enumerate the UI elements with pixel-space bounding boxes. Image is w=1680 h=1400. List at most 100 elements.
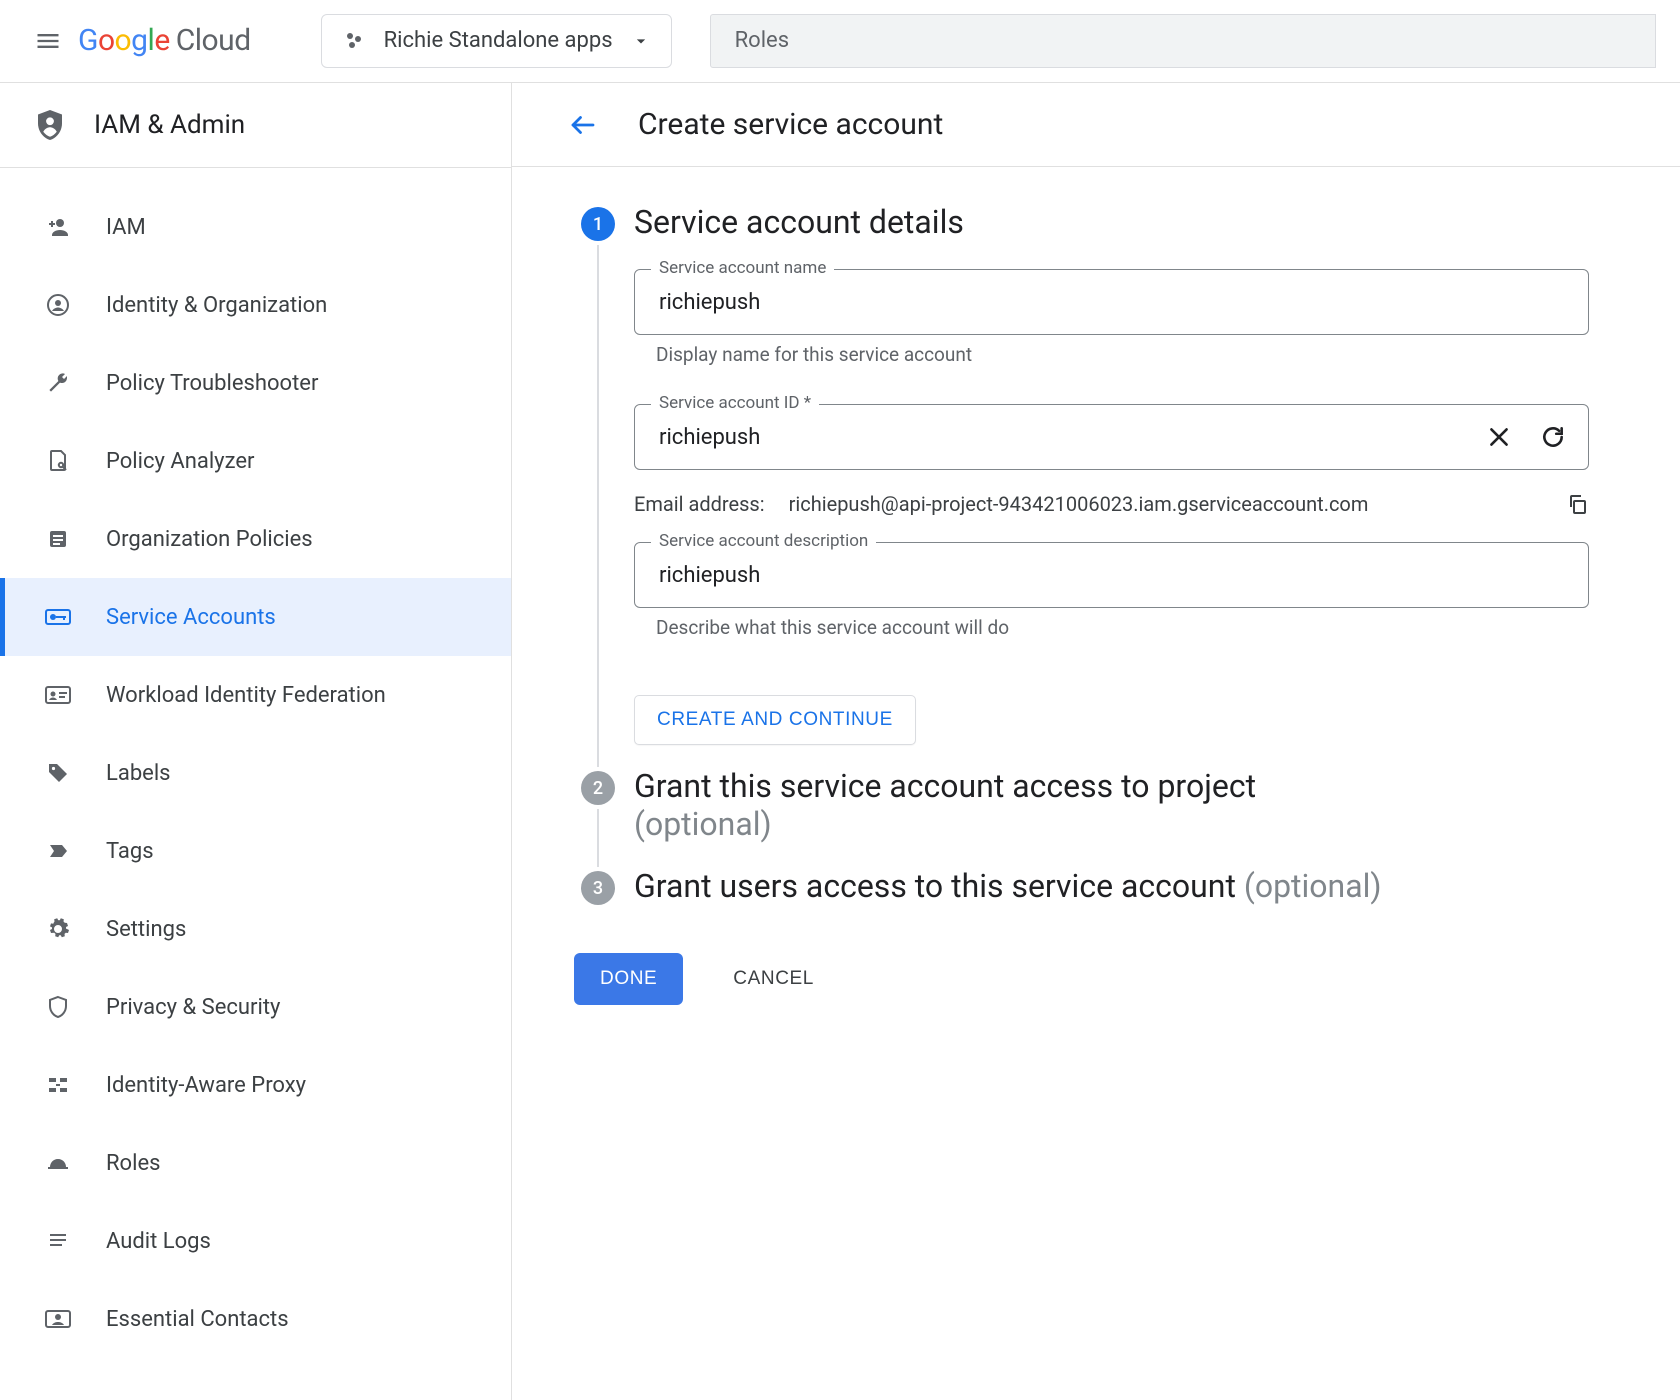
sidebar-item-settings[interactable]: Settings	[0, 890, 511, 968]
sidebar-item-identity-organization[interactable]: Identity & Organization	[0, 266, 511, 344]
page-title: Create service account	[638, 107, 943, 142]
sidebar-item-labels[interactable]: Labels	[0, 734, 511, 812]
sidebar-item-label: Settings	[106, 917, 186, 942]
step-3-badge: 3	[581, 871, 615, 905]
content: 1 Service account details Service accoun…	[512, 167, 1680, 1045]
cloud-word: Cloud	[176, 23, 251, 58]
gear-icon	[44, 915, 72, 943]
hat-icon	[44, 1149, 72, 1177]
field-label: Service account ID *	[651, 393, 819, 413]
id-card-icon	[44, 681, 72, 709]
regenerate-id-button[interactable]	[1540, 424, 1566, 450]
field-label: Service account description	[651, 531, 876, 551]
sidebar-item-label: Identity-Aware Proxy	[106, 1073, 306, 1098]
wrench-icon	[44, 369, 72, 397]
shield-user-icon	[32, 107, 68, 143]
sidebar-item-label: Policy Analyzer	[106, 449, 254, 474]
service-account-name-input[interactable]	[657, 289, 1566, 316]
step-1-title: Service account details	[634, 203, 1624, 241]
add-person-icon	[44, 213, 72, 241]
lines-icon	[44, 1227, 72, 1255]
copy-icon	[1565, 492, 1589, 516]
doc-search-icon	[44, 447, 72, 475]
sidebar-title: IAM & Admin	[94, 110, 245, 140]
contact-card-icon	[44, 1305, 72, 1333]
sidebar-item-label: Workload Identity Federation	[106, 683, 386, 708]
sidebar-item-label: Privacy & Security	[106, 995, 280, 1020]
sidebar-item-label: Service Accounts	[106, 605, 276, 630]
hamburger-icon	[34, 27, 62, 55]
service-account-id-input[interactable]	[657, 424, 1486, 451]
sidebar-item-roles[interactable]: Roles	[0, 1124, 511, 1202]
sidebar-item-organization-policies[interactable]: Organization Policies	[0, 500, 511, 578]
step-1: 1 Service account details Service accoun…	[568, 207, 1624, 771]
sidebar-item-label: Essential Contacts	[106, 1307, 289, 1332]
cancel-button[interactable]: CANCEL	[727, 967, 820, 991]
project-name: Richie Standalone apps	[384, 28, 613, 53]
shield-icon	[44, 993, 72, 1021]
sidebar-item-label: Roles	[106, 1151, 160, 1176]
sidebar-item-essential-contacts[interactable]: Essential Contacts	[0, 1280, 511, 1358]
done-button[interactable]: DONE	[574, 953, 683, 1005]
google-cloud-logo[interactable]: Google Cloud	[78, 23, 251, 58]
arrow-left-icon	[568, 110, 598, 140]
sidebar-item-iam[interactable]: IAM	[0, 188, 511, 266]
step-2-title[interactable]: Grant this service account access to pro…	[634, 767, 1624, 843]
sidebar-item-audit-logs[interactable]: Audit Logs	[0, 1202, 511, 1280]
sidebar-item-tags[interactable]: Tags	[0, 812, 511, 890]
chevron-down-icon	[631, 31, 651, 51]
email-value: richiepush@api-project-943421006023.iam.…	[789, 492, 1541, 516]
sidebar-item-label: Identity & Organization	[106, 293, 327, 318]
sidebar-item-label: Tags	[106, 839, 154, 864]
arrow-tag-icon	[44, 837, 72, 865]
search-box[interactable]: Roles	[710, 14, 1656, 68]
sidebar: IAM & Admin IAM Identity & Organization Po…	[0, 83, 512, 1400]
tag-icon	[44, 759, 72, 787]
main-header: Create service account	[512, 83, 1680, 167]
desc-helper: Describe what this service account will …	[634, 608, 1589, 667]
sidebar-item-label: Audit Logs	[106, 1229, 211, 1254]
step-3: 3 Grant users access to this service acc…	[568, 871, 1624, 933]
sidebar-item-policy-troubleshooter[interactable]: Policy Troubleshooter	[0, 344, 511, 422]
footer-buttons: DONE CANCEL	[574, 953, 1624, 1005]
sidebar-item-privacy-security[interactable]: Privacy & Security	[0, 968, 511, 1046]
sidebar-item-workload-identity-federation[interactable]: Workload Identity Federation	[0, 656, 511, 734]
key-badge-icon	[44, 603, 72, 631]
sidebar-item-label: Policy Troubleshooter	[106, 371, 318, 396]
create-and-continue-button[interactable]: CREATE AND CONTINUE	[634, 695, 916, 745]
step-2-badge: 2	[581, 771, 615, 805]
refresh-icon	[1540, 424, 1566, 450]
email-row: Email address: richiepush@api-project-94…	[634, 492, 1589, 516]
service-account-desc-field[interactable]: Service account description	[634, 542, 1589, 608]
sidebar-item-identity-aware-proxy[interactable]: Identity-Aware Proxy	[0, 1046, 511, 1124]
main: Create service account 1 Service account…	[512, 83, 1680, 1400]
sidebar-header: IAM & Admin	[0, 83, 511, 168]
back-button[interactable]	[568, 110, 598, 140]
step-2: 2 Grant this service account access to p…	[568, 771, 1624, 871]
close-icon	[1486, 424, 1512, 450]
sidebar-item-policy-analyzer[interactable]: Policy Analyzer	[0, 422, 511, 500]
name-helper: Display name for this service account	[634, 335, 1589, 394]
search-text: Roles	[735, 28, 789, 53]
list-icon	[44, 525, 72, 553]
email-label: Email address:	[634, 492, 765, 516]
clear-id-button[interactable]	[1486, 424, 1512, 450]
menu-button[interactable]	[24, 17, 72, 65]
step-1-badge: 1	[581, 207, 615, 241]
topbar: Google Cloud Richie Standalone apps Role…	[0, 0, 1680, 82]
person-circle-icon	[44, 291, 72, 319]
step-3-title[interactable]: Grant users access to this service accou…	[634, 867, 1624, 905]
copy-email-button[interactable]	[1565, 492, 1589, 516]
project-dots-icon	[342, 29, 366, 53]
service-account-name-field[interactable]: Service account name	[634, 269, 1589, 335]
proxy-icon	[44, 1071, 72, 1099]
field-label: Service account name	[651, 258, 834, 278]
sidebar-item-service-accounts[interactable]: Service Accounts	[0, 578, 511, 656]
nav-list: IAM Identity & Organization Policy Trouble…	[0, 168, 511, 1378]
service-account-desc-input[interactable]	[657, 562, 1566, 589]
sidebar-item-label: IAM	[106, 215, 146, 240]
sidebar-item-label: Labels	[106, 761, 171, 786]
service-account-id-field[interactable]: Service account ID *	[634, 404, 1589, 470]
project-picker[interactable]: Richie Standalone apps	[321, 14, 672, 68]
sidebar-item-label: Organization Policies	[106, 527, 313, 552]
